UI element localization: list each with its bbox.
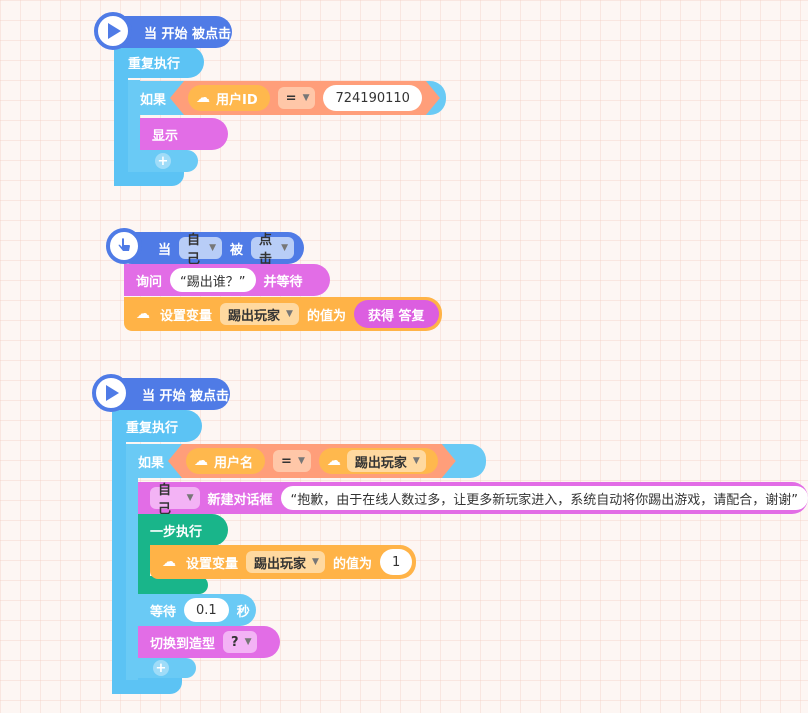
operator-dropdown[interactable]: = ▼ xyxy=(278,87,316,109)
answer-reporter[interactable]: 获得 答复 xyxy=(353,300,439,328)
variable-dropdown[interactable]: 踢出玩家 ▼ xyxy=(347,450,426,472)
variable-reporter[interactable]: ☁ 用户名 xyxy=(186,448,265,474)
variable-value: 踢出玩家 xyxy=(254,556,307,572)
variable-dropdown[interactable]: 踢出玩家 ▼ xyxy=(246,551,325,573)
set-variable-block-1[interactable]: ☁ 设置变量 踢出玩家 ▼ 的值为 获得 答复 xyxy=(124,297,442,331)
wait-unit: 秒 xyxy=(236,604,250,620)
step-execute-block[interactable]: 一步执行 xyxy=(138,514,228,546)
variable-value: 踢出玩家 xyxy=(228,308,281,324)
if-block-2[interactable]: 如果 ☁ 用户名 = ▼ ☁ 踢出玩家 ▼ xyxy=(126,444,486,478)
variable-reporter-2[interactable]: ☁ 踢出玩家 ▼ xyxy=(319,448,438,474)
if-block-1[interactable]: 如果 ☁ 用户ID = ▼ 724190110 xyxy=(128,81,446,115)
switch-label: 切换到造型 xyxy=(150,636,216,652)
if-label: 如果 xyxy=(140,92,167,108)
ask-text: “踢出谁？” xyxy=(180,274,246,290)
action-dropdown[interactable]: 点击 ▼ xyxy=(251,233,294,267)
wait-block[interactable]: 等待 0.1 秒 xyxy=(138,594,256,626)
costume-dropdown[interactable]: ? ▼ xyxy=(223,631,258,653)
repeat-block-2-body[interactable] xyxy=(112,410,126,694)
value-label: 的值为 xyxy=(332,556,372,572)
dialog-text: “抱歉，由于在线人数过多，让更多新玩家进入，系统自动将你踢出游戏，请配合，谢谢” xyxy=(290,492,798,508)
set-value: 1 xyxy=(391,554,401,570)
plus-icon[interactable]: + xyxy=(153,660,169,676)
variable-reporter[interactable]: ☁ 用户ID xyxy=(188,85,270,111)
if-label: 如果 xyxy=(138,455,165,471)
step-label: 一步执行 xyxy=(150,524,203,540)
show-label: 显示 xyxy=(152,128,179,144)
cloud-upload-icon: ☁ xyxy=(162,554,176,570)
target-value: 自己 xyxy=(187,233,201,267)
equals-condition[interactable]: ☁ 用户ID = ▼ 724190110 xyxy=(170,81,440,115)
wait-label: 等待 xyxy=(150,604,177,620)
is-label: 被 xyxy=(230,242,244,258)
variable-name: 用户ID xyxy=(216,92,258,108)
chevron-down-icon: ▼ xyxy=(302,93,310,103)
dialog-target-dropdown[interactable]: 自己 ▼ xyxy=(150,483,200,517)
repeat-block-2[interactable]: 重复执行 xyxy=(112,410,202,442)
chevron-down-icon: ▼ xyxy=(286,309,293,319)
play-icon xyxy=(94,12,132,50)
hand-pointer-icon xyxy=(106,228,142,264)
set-value-input[interactable]: 1 xyxy=(379,549,413,575)
chevron-down-icon: ▼ xyxy=(297,456,305,466)
hat-label: 当 开始 被点击 xyxy=(142,388,230,404)
when-label: 当 xyxy=(158,242,172,258)
variable-name: 用户名 xyxy=(214,455,254,471)
compare-variable: 踢出玩家 xyxy=(354,455,407,471)
set-var-label: 设置变量 xyxy=(160,308,213,324)
if-block-2-foot[interactable]: + xyxy=(126,658,196,678)
wait-value: 0.1 xyxy=(196,602,217,618)
new-dialog-block[interactable]: 自己 ▼ 新建对话框 “抱歉，由于在线人数过多，让更多新玩家进入，系统自动将你踢… xyxy=(138,482,808,517)
costume-value: ? xyxy=(231,634,239,650)
target-dropdown[interactable]: 自己 ▼ xyxy=(179,233,222,267)
switch-costume-block[interactable]: 切换到造型 ? ▼ xyxy=(138,626,280,658)
repeat-label: 重复执行 xyxy=(128,56,181,72)
compare-value-input[interactable]: 724190110 xyxy=(323,85,421,111)
ask-and-wait-block[interactable]: 询问 “踢出谁？” 并等待 xyxy=(124,264,330,296)
if-block-2-body[interactable] xyxy=(126,444,138,680)
chevron-down-icon: ▼ xyxy=(312,557,319,567)
chevron-down-icon: ▼ xyxy=(281,243,288,253)
when-sprite-clicked-hat[interactable]: 当 自己 ▼ 被 点击 ▼ xyxy=(116,232,304,267)
if-block-1-foot[interactable]: + xyxy=(128,150,198,172)
set-variable-block-2[interactable]: ☁ 设置变量 踢出玩家 ▼ 的值为 1 xyxy=(150,545,416,579)
cloud-upload-icon: ☁ xyxy=(326,453,341,469)
ask-wait-label: 并等待 xyxy=(263,274,303,290)
cloud-upload-icon: ☁ xyxy=(196,90,211,106)
show-block[interactable]: 显示 xyxy=(140,118,228,150)
cloud-upload-icon: ☁ xyxy=(136,306,150,322)
repeat-block-2-foot[interactable] xyxy=(112,676,182,694)
answer-label: 获得 答复 xyxy=(367,308,425,324)
repeat-block-1[interactable]: 重复执行 xyxy=(114,46,204,78)
dialog-text-input[interactable]: “抱歉，由于在线人数过多，让更多新玩家进入，系统自动将你踢出游戏，请配合，谢谢” xyxy=(280,486,808,510)
ask-label: 询问 xyxy=(136,274,163,290)
compare-value: 724190110 xyxy=(335,90,410,106)
operator-value: = xyxy=(285,90,297,106)
cloud-upload-icon: ☁ xyxy=(194,453,209,469)
operator-dropdown[interactable]: = ▼ xyxy=(273,450,311,472)
value-label: 的值为 xyxy=(306,308,346,324)
plus-icon[interactable]: + xyxy=(155,153,171,169)
action-value: 点击 xyxy=(259,233,273,267)
chevron-down-icon: ▼ xyxy=(209,243,216,253)
wait-value-input[interactable]: 0.1 xyxy=(184,598,229,622)
repeat-label: 重复执行 xyxy=(126,420,179,436)
hat-label: 当 开始 被点击 xyxy=(144,26,232,42)
equals-condition[interactable]: ☁ 用户名 = ▼ ☁ 踢出玩家 ▼ xyxy=(168,444,456,478)
chevron-down-icon: ▼ xyxy=(412,456,420,466)
chevron-down-icon: ▼ xyxy=(186,493,194,503)
ask-text-input[interactable]: “踢出谁？” xyxy=(170,268,256,292)
dialog-label: 新建对话框 xyxy=(207,492,273,508)
set-var-label: 设置变量 xyxy=(186,556,239,572)
dialog-target: 自己 xyxy=(158,483,172,517)
chevron-down-icon: ▼ xyxy=(244,637,252,647)
play-icon xyxy=(92,374,130,412)
variable-dropdown[interactable]: 踢出玩家 ▼ xyxy=(220,303,299,325)
operator-value: = xyxy=(281,453,292,469)
